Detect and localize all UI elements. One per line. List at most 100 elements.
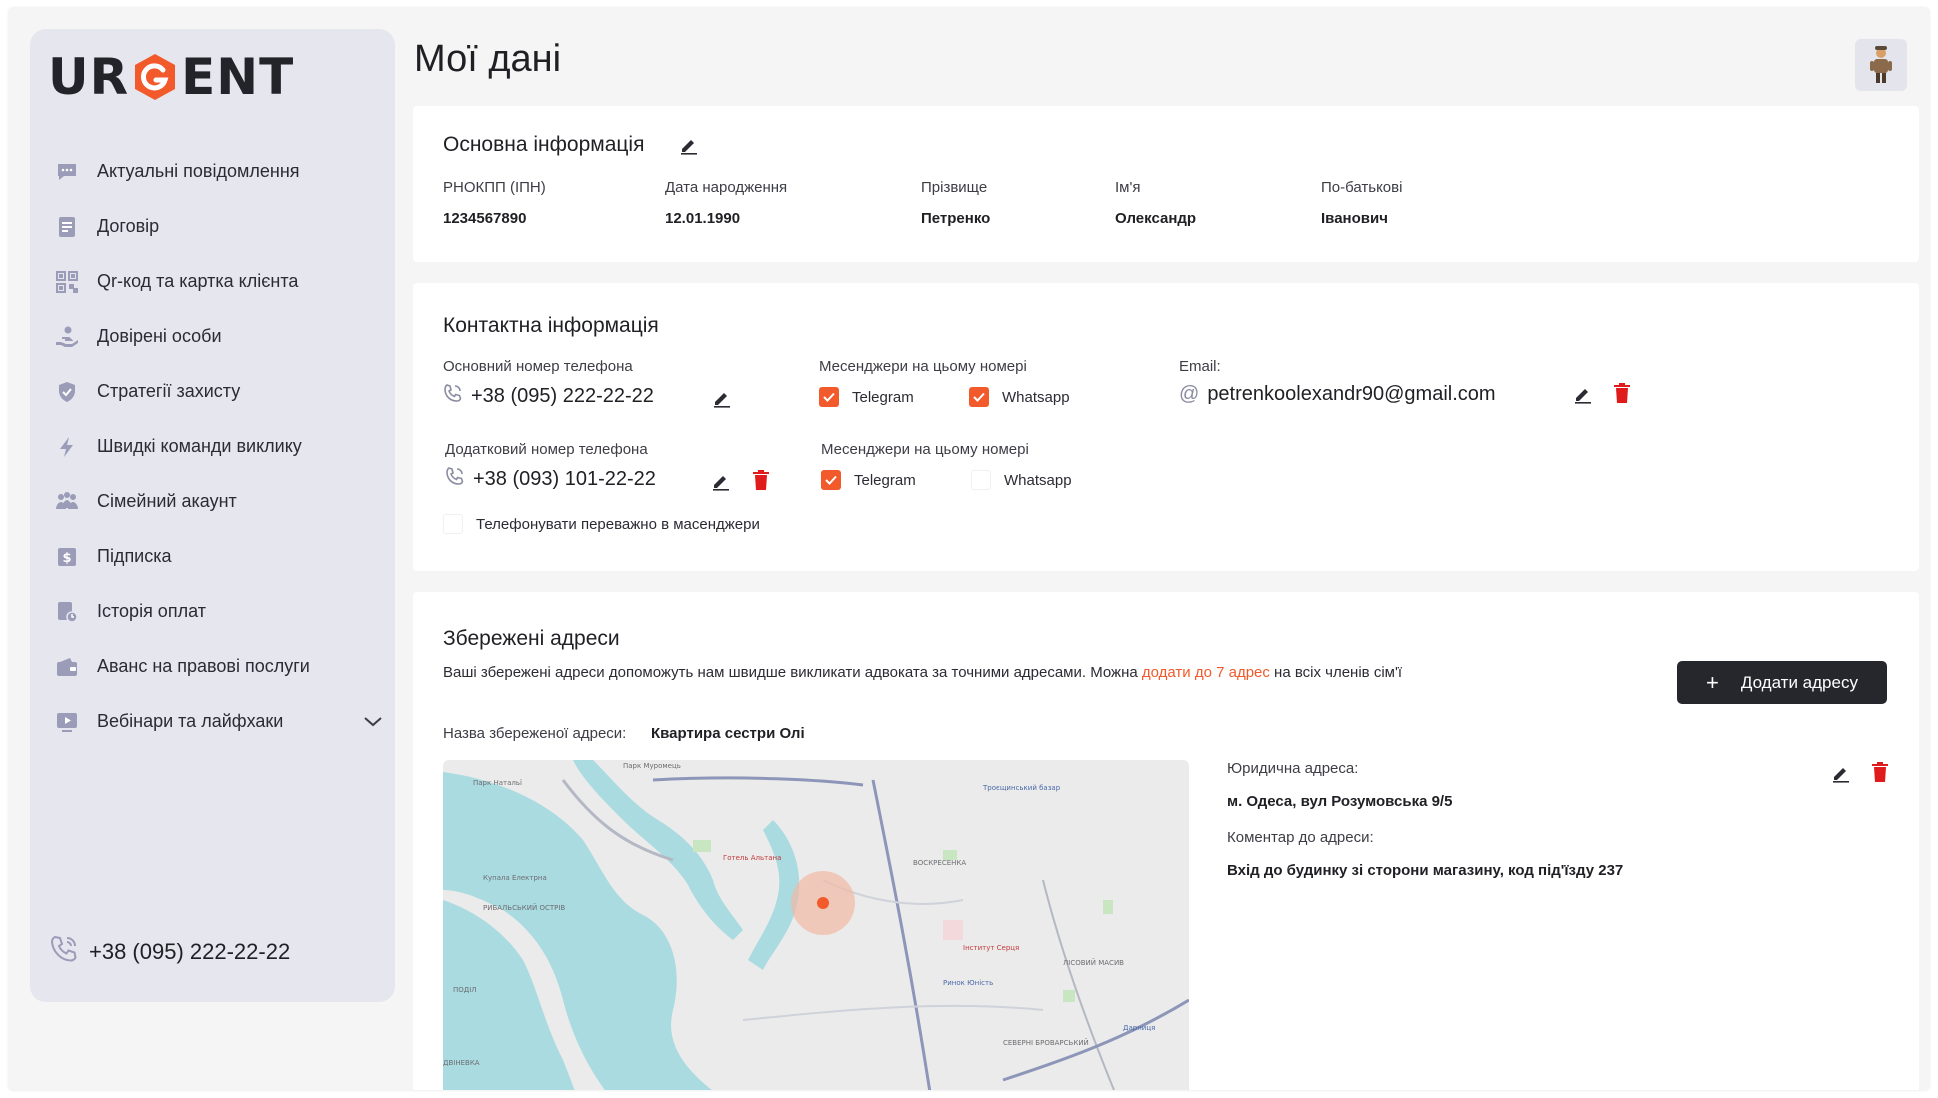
description-tail: на всіх членів сім'ї: [1269, 664, 1402, 681]
sidebar-item-label: Актуальні повідомлення: [97, 161, 300, 181]
primary-whatsapp-checkbox[interactable]: Whatsapp: [969, 387, 1070, 407]
sidebar-item-messages[interactable]: Актуальні повідомлення: [54, 144, 384, 199]
lightning-icon: [54, 434, 80, 460]
sidebar-item-qr[interactable]: Qr-код та картка клієнта: [54, 254, 384, 309]
svg-text:Купала Електрна: Купала Електрна: [483, 874, 547, 882]
address-map[interactable]: Парк Натальї Парк Муромець Готель Альтан…: [443, 760, 1189, 1090]
sidebar-item-payment-history[interactable]: Історія оплат: [54, 584, 384, 639]
document-icon: [54, 214, 80, 240]
svg-text:Інститут Серця: Інститут Серця: [963, 944, 1019, 952]
plus-icon: +: [1706, 669, 1719, 695]
support-phone[interactable]: +38 (095) 222-22-22: [49, 934, 290, 970]
address-comment-value: Вхід до будинку зі сторони магазину, код…: [1227, 862, 1624, 879]
chevron-down-icon[interactable]: [362, 710, 384, 737]
avatar-figure-icon: [1870, 46, 1892, 83]
app-frame: UR ENT Актуальні повідомлення Договір Qr…: [9, 8, 1929, 1090]
address-comment-label: Коментар до адреси:: [1227, 829, 1374, 846]
field-value-patronymic: Іванович: [1321, 210, 1388, 227]
edit-primary-phone-button[interactable]: [711, 387, 733, 409]
phone-icon: [445, 466, 465, 492]
description-text: Ваші збережені адреси допоможуть нам шви…: [443, 664, 1142, 681]
svg-text:РИБАЛЬСЬКИЙ ОСТРІВ: РИБАЛЬСЬКИЙ ОСТРІВ: [483, 903, 565, 912]
edit-secondary-phone-button[interactable]: [710, 470, 732, 492]
wallet-icon: [54, 654, 80, 680]
svg-text:СЕВЕРНІ БРОВАРСЬКИЙ: СЕВЕРНІ БРОВАРСЬКИЙ: [1003, 1038, 1089, 1047]
payment-history-icon: [54, 599, 80, 625]
address-name-label: Назва збереженої адреси:: [443, 725, 627, 742]
field-label-surname: Прізвище: [921, 179, 988, 196]
sidebar-item-trusted[interactable]: Довірені особи: [54, 309, 384, 364]
description-accent[interactable]: додати до 7 адрес: [1142, 664, 1270, 681]
saved-addresses-card: Збережені адреси Ваші збережені адреси д…: [413, 592, 1919, 1090]
sidebar-item-label: Qr-код та картка клієнта: [97, 271, 299, 291]
delete-secondary-phone-button[interactable]: [750, 469, 772, 491]
sidebar-item-subscription[interactable]: $ Підписка: [54, 529, 384, 584]
sidebar-item-label: Підписка: [97, 546, 172, 566]
field-value-name: Олександр: [1115, 210, 1197, 227]
sidebar-item-strategies[interactable]: Стратегії захисту: [54, 364, 384, 419]
secondary-whatsapp-label: Whatsapp: [1004, 471, 1072, 489]
sidebar-item-label: Історія оплат: [97, 601, 206, 621]
prefer-messengers-label: Телефонувати переважно в масенджери: [476, 515, 760, 533]
trash-icon: [1872, 762, 1888, 782]
edit-basic-info-button[interactable]: [678, 134, 700, 156]
brand-g-icon: [130, 52, 180, 102]
subscription-icon: $: [54, 544, 80, 570]
sidebar-item-family[interactable]: Сімейний акаунт: [54, 474, 384, 529]
svg-text:Ринок Юність: Ринок Юність: [943, 979, 993, 987]
sidebar-item-quick-commands[interactable]: Швидкі команди виклику: [54, 419, 384, 474]
field-value-rnokpp: 1234567890: [443, 210, 527, 227]
sidebar-item-label: Вебінари та лайфхаки: [97, 711, 284, 731]
field-label-name: Ім'я: [1115, 179, 1141, 196]
secondary-telegram-checkbox[interactable]: Telegram: [821, 470, 916, 490]
page-title: Мої дані: [414, 38, 562, 80]
sidebar-item-advance[interactable]: Аванс на правові послуги: [54, 639, 384, 694]
primary-telegram-checkbox[interactable]: Telegram: [819, 387, 914, 407]
delete-email-button[interactable]: [1611, 382, 1633, 404]
trash-icon: [753, 470, 769, 490]
svg-text:$: $: [62, 551, 71, 566]
pencil-icon: [1833, 768, 1849, 783]
add-address-button[interactable]: + Додати адресу: [1677, 661, 1887, 704]
pencil-icon: [681, 140, 697, 155]
edit-email-button[interactable]: [1572, 383, 1594, 405]
email-label: Email:: [1179, 358, 1221, 375]
svg-text:Готель Альтана: Готель Альтана: [723, 854, 781, 862]
checkbox-unchecked-icon: [443, 514, 463, 534]
primary-phone-label: Основний номер телефона: [443, 358, 633, 375]
sidebar-item-contract[interactable]: Договір: [54, 199, 384, 254]
brand-logo[interactable]: UR ENT: [48, 47, 294, 107]
sidebar-nav: Актуальні повідомлення Договір Qr-код та…: [54, 144, 384, 749]
checkbox-checked-icon: [821, 470, 841, 490]
trusted-hand-icon: [54, 324, 80, 350]
primary-phone: +38 (095) 222-22-22: [443, 383, 654, 409]
phone-icon: [443, 383, 463, 409]
add-address-label: Додати адресу: [1740, 672, 1858, 692]
field-label-rnokpp: РНОКПП (ІПН): [443, 179, 546, 196]
primary-telegram-label: Telegram: [852, 388, 914, 406]
field-value-surname: Петренко: [921, 210, 991, 227]
family-icon: [54, 489, 80, 515]
brand-text-right: ENT: [181, 48, 295, 106]
delete-address-button[interactable]: [1869, 761, 1891, 783]
edit-address-button[interactable]: [1830, 762, 1852, 784]
secondary-whatsapp-checkbox[interactable]: Whatsapp: [971, 470, 1072, 490]
chat-icon: [54, 159, 80, 185]
saved-addresses-title: Збережені адреси: [443, 627, 620, 650]
field-label-birthdate: Дата народження: [665, 179, 788, 196]
primary-messengers-label: Месенджери на цьому номері: [819, 358, 1027, 375]
pencil-icon: [714, 393, 730, 408]
email: @ petrenkoolexandr90@gmail.com: [1179, 383, 1496, 406]
prefer-messengers-checkbox[interactable]: Телефонувати переважно в масенджери: [443, 514, 760, 534]
checkbox-unchecked-icon: [971, 470, 991, 490]
video-icon: [54, 709, 80, 735]
sidebar-item-webinars[interactable]: Вебінари та лайфхаки: [54, 694, 384, 749]
avatar[interactable]: [1855, 39, 1907, 91]
svg-text:Дарниця: Дарниця: [1123, 1024, 1155, 1032]
contact-info-card: Контактна інформація Основний номер теле…: [413, 283, 1919, 571]
primary-whatsapp-label: Whatsapp: [1002, 388, 1070, 406]
svg-text:Парк Натальї: Парк Натальї: [473, 779, 522, 787]
primary-phone-number: +38 (095) 222-22-22: [471, 384, 654, 407]
sidebar-item-label: Довірені особи: [97, 326, 222, 346]
saved-addresses-description: Ваші збережені адреси допоможуть нам шви…: [443, 662, 1423, 684]
